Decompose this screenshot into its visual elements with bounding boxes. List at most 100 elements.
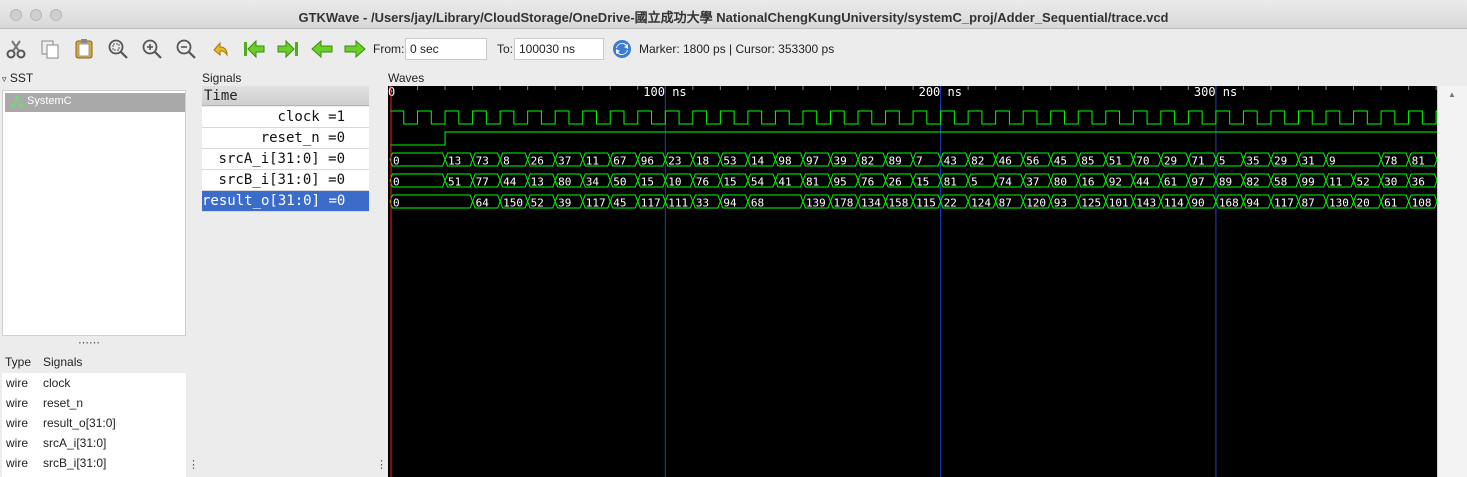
- srca-value: 13: [448, 155, 461, 168]
- result-value: 87: [999, 197, 1012, 210]
- srca-value: 11: [586, 155, 599, 168]
- vertical-scrollbar[interactable]: ▲: [1437, 86, 1467, 477]
- result-value: 139: [806, 197, 826, 210]
- result-value: 33: [696, 197, 709, 210]
- srca-value: 7: [916, 155, 923, 168]
- srcb-value: 82: [1246, 176, 1259, 189]
- sst-signals-header[interactable]: Signals: [43, 355, 82, 369]
- srca-value: 82: [861, 155, 874, 168]
- srca-value: 97: [806, 155, 819, 168]
- scroll-up-icon[interactable]: ▲: [1448, 90, 1456, 99]
- pane-splitter-handle[interactable]: ⋯⋯: [78, 336, 100, 349]
- list-item[interactable]: wire srcA_i[31:0]: [2, 433, 186, 453]
- signal-row-result[interactable]: result_o[31:0] =0: [202, 191, 369, 212]
- srca-value: 23: [668, 155, 681, 168]
- list-item[interactable]: wire srcB_i[31:0]: [2, 453, 186, 473]
- result-value: 134: [861, 197, 881, 210]
- result-value: 130: [1329, 197, 1349, 210]
- sst-signal-list[interactable]: wire clock wire reset_n wire result_o[31:0]…: [2, 373, 186, 477]
- srcb-value: 10: [668, 176, 681, 189]
- time-label: 200 ns: [919, 86, 962, 99]
- zoom-fit-icon[interactable]: [106, 37, 130, 61]
- srcb-value: 81: [944, 176, 957, 189]
- list-item[interactable]: wire result_o[31:0]: [2, 413, 186, 433]
- signal-row-srca[interactable]: srcA_i[31:0] =0: [202, 149, 369, 170]
- srcb-value: 16: [1081, 176, 1094, 189]
- cut-icon[interactable]: [4, 37, 28, 61]
- srca-value: 85: [1081, 155, 1094, 168]
- go-last-icon[interactable]: [276, 37, 300, 61]
- srcb-value: 52: [1357, 176, 1370, 189]
- sst-type-header[interactable]: Type: [5, 355, 31, 369]
- forward-icon[interactable]: [343, 37, 367, 61]
- result-value: 101: [1109, 197, 1129, 210]
- pane-resize-handle-right[interactable]: ⋮: [376, 458, 387, 471]
- srcb-value: 54: [751, 176, 765, 189]
- signal-name-panel[interactable]: Time clock =1 reset_n =0 srcA_i[31:0] =0…: [202, 86, 369, 477]
- copy-icon[interactable]: [38, 37, 62, 61]
- list-item[interactable]: wire reset_n: [2, 393, 186, 413]
- result-value: 143: [1136, 197, 1156, 210]
- undo-zoom-icon[interactable]: [208, 37, 232, 61]
- sst-tree[interactable]: SystemC: [2, 90, 186, 336]
- srca-value: 71: [1191, 155, 1204, 168]
- srcb-value: 11: [1329, 176, 1342, 189]
- pane-resize-handle-left[interactable]: ⋮: [188, 458, 199, 471]
- srca-value: 73: [476, 155, 489, 168]
- srca-value: 9: [1329, 155, 1336, 168]
- paste-icon[interactable]: [72, 37, 96, 61]
- result-value: 22: [944, 197, 957, 210]
- list-item[interactable]: wire clock: [2, 373, 186, 393]
- waveform-viewer[interactable]: 0 100 ns 200 ns 300 ns 0 13 73 8 26 37 11 67 96 23 18 5…: [388, 86, 1437, 477]
- reset-waveform: [390, 131, 1437, 146]
- srca-value: 98: [778, 155, 791, 168]
- result-value: 168: [1219, 197, 1239, 210]
- zoom-out-icon[interactable]: [174, 37, 198, 61]
- result-value: 0: [393, 197, 400, 210]
- timeline-bar: [388, 86, 1437, 97]
- srcb-value: 61: [1164, 176, 1177, 189]
- srca-value: 35: [1246, 155, 1259, 168]
- srcb-value: 26: [889, 176, 902, 189]
- srcb-value: 13: [531, 176, 544, 189]
- result-segment: [389, 194, 474, 209]
- sst-tree-item-systemc[interactable]: SystemC: [5, 93, 185, 112]
- clock-waveform: [390, 110, 1437, 125]
- reload-icon[interactable]: [610, 37, 634, 61]
- result-value: 64: [476, 197, 490, 210]
- back-icon[interactable]: [310, 37, 334, 61]
- from-input[interactable]: [405, 38, 487, 60]
- srcb-value: 97: [1191, 176, 1204, 189]
- srca-value: 81: [1412, 155, 1425, 168]
- srca-value: 53: [723, 155, 736, 168]
- srca-value: 5: [1219, 155, 1226, 168]
- result-value: 108: [1412, 197, 1432, 210]
- result-value: 52: [531, 197, 544, 210]
- srca-value: 14: [751, 155, 765, 168]
- time-label: 300 ns: [1194, 86, 1237, 99]
- result-value: 61: [1384, 197, 1397, 210]
- signal-row-reset-n[interactable]: reset_n =0: [202, 128, 369, 149]
- waveform-canvas[interactable]: 0 100 ns 200 ns 300 ns 0 13 73 8 26 37 11 67 96 23 18 5…: [388, 86, 1437, 477]
- sst-tree-item-label: SystemC: [27, 95, 72, 107]
- srca-value: 39: [833, 155, 846, 168]
- zoom-in-icon[interactable]: [140, 37, 164, 61]
- srca-value: 56: [1026, 155, 1039, 168]
- srca-value: 29: [1164, 155, 1177, 168]
- srca-value: 31: [1301, 155, 1314, 168]
- result-value: 87: [1301, 197, 1314, 210]
- srcb-value: 80: [1054, 176, 1067, 189]
- signal-row-srcb[interactable]: srcB_i[31:0] =0: [202, 170, 369, 191]
- sst-header[interactable]: ▿ SST: [2, 71, 33, 85]
- srcb-value: 95: [833, 176, 846, 189]
- go-first-icon[interactable]: [242, 37, 266, 61]
- srca-value: 96: [641, 155, 654, 168]
- result-value: 115: [916, 197, 936, 210]
- collapse-triangle-icon[interactable]: ▿: [2, 74, 7, 84]
- srca-value: 26: [531, 155, 544, 168]
- signals-header: Signals: [202, 71, 242, 85]
- srcb-value: 76: [696, 176, 709, 189]
- srcb-value: 99: [1301, 176, 1314, 189]
- to-input[interactable]: [514, 38, 604, 60]
- signal-row-clock[interactable]: clock =1: [202, 107, 369, 128]
